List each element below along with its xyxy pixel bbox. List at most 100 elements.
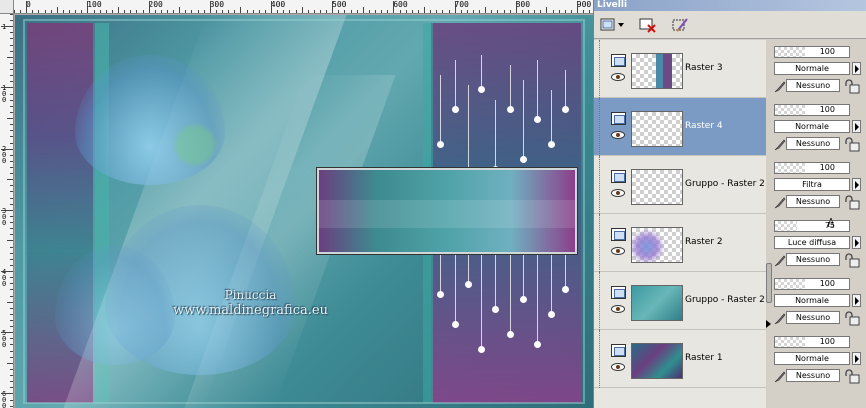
watermark: Pinuccia www.maldinegrafica.eu xyxy=(173,287,328,319)
lock-icon[interactable] xyxy=(844,253,860,268)
raster-layer-icon xyxy=(611,170,626,183)
ruler-tick xyxy=(10,20,13,22)
opacity-fill xyxy=(775,221,798,231)
ruler-tick xyxy=(540,10,542,13)
ruler-tick xyxy=(10,197,13,199)
opacity-slider[interactable]: 100 xyxy=(774,46,850,58)
ruler-tick xyxy=(7,240,13,242)
layers-palette: Livelli Raster 3 Raster 4 Gruppo - Raste… xyxy=(593,0,866,408)
ruler-tick xyxy=(10,222,13,224)
raster-layer-icon xyxy=(611,54,626,67)
brush-icon xyxy=(774,197,786,209)
watermark-url: www.maldinegrafica.eu xyxy=(173,303,328,318)
edit-selection-button[interactable] xyxy=(669,16,691,34)
mask-select[interactable]: Nessuno xyxy=(786,79,840,92)
opacity-fill xyxy=(775,47,805,57)
ruler-tick xyxy=(56,7,58,13)
ruler-tick xyxy=(10,368,13,370)
canvas-area[interactable]: Pinuccia www.maldinegrafica.eu 0 100 200 30… xyxy=(0,0,593,408)
blend-mode-select[interactable]: Normale xyxy=(774,352,850,365)
blend-menu-arrow-icon[interactable] xyxy=(852,178,861,191)
ruler-tick xyxy=(10,350,13,352)
visibility-eye-icon[interactable] xyxy=(611,363,625,371)
ruler-label: 500 xyxy=(332,0,347,9)
mask-select[interactable]: Nessuno xyxy=(786,253,840,266)
opacity-slider[interactable]: 100 xyxy=(774,104,850,116)
mask-select[interactable]: Nessuno xyxy=(786,137,840,150)
layer-thumbnail xyxy=(631,285,683,321)
ruler-tick xyxy=(44,10,46,13)
document-image[interactable]: Pinuccia www.maldinegrafica.eu xyxy=(15,15,593,408)
blend-menu-arrow-icon[interactable] xyxy=(852,236,861,249)
opacity-slider[interactable]: 100 xyxy=(774,162,850,174)
mask-select[interactable]: Nessuno xyxy=(786,369,840,382)
ruler-tick xyxy=(277,10,279,13)
layer-row[interactable]: Raster 2 xyxy=(594,214,766,272)
ruler-tick xyxy=(264,10,266,13)
layer-thumbnail xyxy=(631,343,683,379)
blend-mode-select[interactable]: Filtra xyxy=(774,178,850,191)
ruler-tick xyxy=(99,10,101,13)
lock-icon[interactable] xyxy=(844,79,860,94)
lock-icon[interactable] xyxy=(844,369,860,384)
visibility-eye-icon[interactable] xyxy=(611,189,625,197)
ruler-label: 800 xyxy=(515,0,531,9)
opacity-slider[interactable]: 100 xyxy=(774,278,850,290)
visibility-eye-icon[interactable] xyxy=(611,131,625,139)
layer-row[interactable]: Raster 1 xyxy=(594,330,766,388)
brush-icon xyxy=(774,371,786,383)
ruler-tick xyxy=(10,320,13,321)
lock-icon[interactable] xyxy=(844,195,860,210)
tree-line xyxy=(599,272,600,330)
ruler-tick xyxy=(295,10,297,13)
mask-select[interactable]: Nessuno xyxy=(786,195,840,208)
blend-menu-arrow-icon[interactable] xyxy=(852,62,861,75)
blend-mode-select[interactable]: Luce diffusa xyxy=(774,236,850,249)
ruler-tick xyxy=(1,209,13,211)
blend-mode-select[interactable]: Normale xyxy=(774,294,850,307)
new-layer-button[interactable] xyxy=(598,16,626,34)
lock-icon[interactable] xyxy=(844,137,860,152)
edit-selection-icon xyxy=(672,18,688,32)
ruler-tick xyxy=(387,10,389,13)
layer-row[interactable]: Gruppo - Raster 2 xyxy=(594,156,766,214)
ruler-tick xyxy=(10,356,13,358)
visibility-eye-icon[interactable] xyxy=(611,305,625,313)
ruler-tick xyxy=(10,62,13,64)
opacity-slider[interactable]: 75 xyxy=(774,220,850,232)
ruler-tick xyxy=(497,10,499,13)
visibility-eye-icon[interactable] xyxy=(611,247,625,255)
layer-row[interactable]: Raster 3 xyxy=(594,40,766,98)
layer-properties: 100 Normale Nessuno xyxy=(772,330,866,388)
blend-menu-arrow-icon[interactable] xyxy=(852,294,861,307)
blend-mode-select[interactable]: Normale xyxy=(774,62,850,75)
ruler-tick xyxy=(10,38,13,40)
watermark-name: Pinuccia xyxy=(224,288,277,302)
ruler-tick xyxy=(179,7,181,13)
ruler-tick xyxy=(10,344,13,346)
delete-layer-button[interactable] xyxy=(637,16,659,34)
layer-row[interactable]: Gruppo - Raster 2 xyxy=(594,272,766,330)
layer-row[interactable]: Raster 4 xyxy=(594,98,766,156)
pearl-drop xyxy=(507,65,514,113)
blend-menu-arrow-icon[interactable] xyxy=(852,352,861,365)
ruler-tick xyxy=(546,7,548,13)
ruler-tick xyxy=(10,93,13,95)
lock-icon[interactable] xyxy=(844,311,860,326)
ruler-tick xyxy=(577,1,579,13)
ruler-tick xyxy=(10,50,13,52)
ruler-tick xyxy=(10,81,13,83)
ruler-tick xyxy=(1,271,13,273)
ruler-tick xyxy=(473,10,474,13)
ruler-tick xyxy=(228,10,230,13)
ruler-tick xyxy=(7,179,13,181)
expand-arrow-icon[interactable] xyxy=(766,320,771,328)
visibility-eye-icon[interactable] xyxy=(611,73,625,81)
ruler-tick xyxy=(411,10,413,13)
blend-menu-arrow-icon[interactable] xyxy=(852,120,861,133)
layer-name: Raster 3 xyxy=(685,63,723,73)
opacity-slider[interactable]: 100 xyxy=(774,336,850,348)
mask-select[interactable]: Nessuno xyxy=(786,311,840,324)
blend-mode-select[interactable]: Normale xyxy=(774,120,850,133)
ruler-tick xyxy=(307,10,309,13)
